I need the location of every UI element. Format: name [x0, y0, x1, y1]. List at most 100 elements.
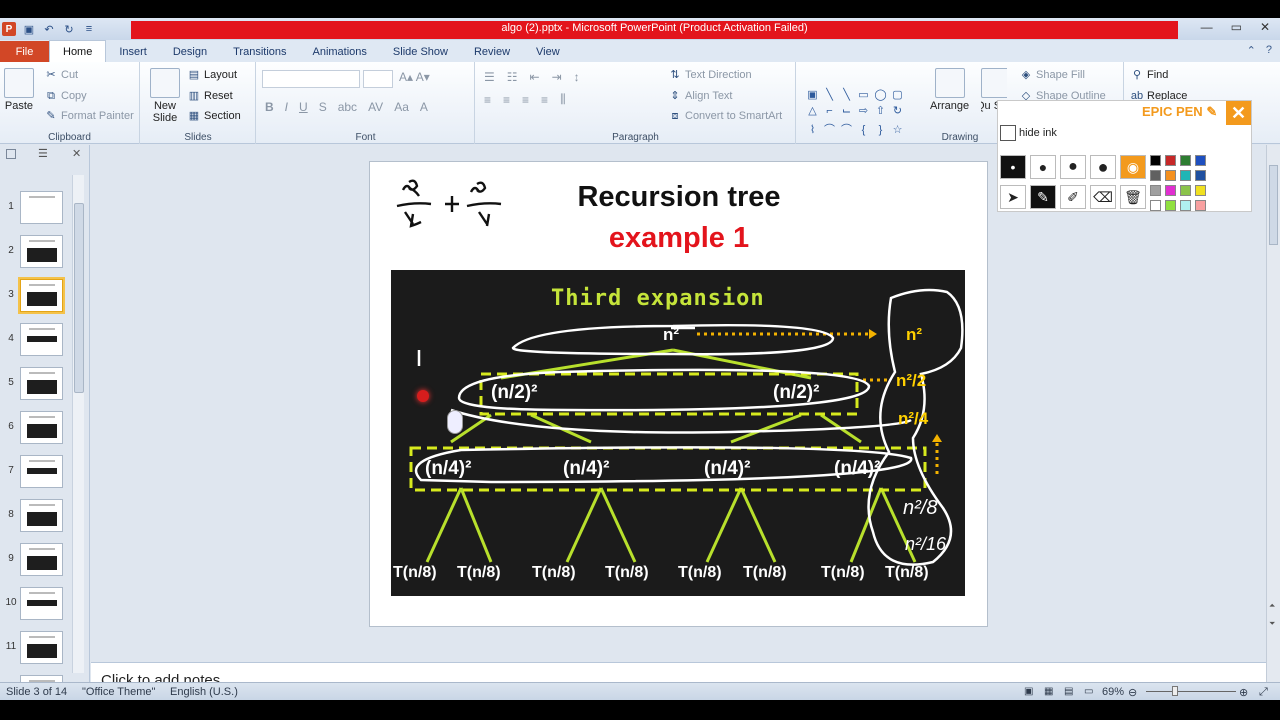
highlighter-icon[interactable]: ✐	[1060, 185, 1086, 209]
numbering-icon[interactable]: ☷	[507, 70, 518, 84]
language-indicator[interactable]: English (U.S.)	[170, 686, 238, 698]
slide-thumbnail[interactable]	[20, 323, 63, 356]
color-swatch[interactable]	[1180, 185, 1191, 196]
color-swatch[interactable]	[1165, 200, 1176, 211]
thumbnail-scroll-thumb[interactable]	[74, 203, 84, 393]
current-slide[interactable]: Recursion tree example 1 n² n²/2 n²/4 n²…	[369, 161, 988, 627]
shape-fill-button[interactable]: ◈ Shape Fill	[1019, 68, 1085, 82]
freeform-icon[interactable]: ⌇	[805, 123, 820, 138]
trash-icon[interactable]: 🗑	[1120, 185, 1146, 209]
slide-thumbnail[interactable]	[20, 499, 63, 532]
oval-icon[interactable]: ◯	[873, 88, 888, 103]
powerpoint-logo-icon[interactable]: P	[2, 22, 16, 36]
eraser-icon[interactable]: ⌫	[1090, 185, 1116, 209]
hide-ink-checkbox[interactable]	[1000, 125, 1016, 141]
italic-icon[interactable]: I	[285, 100, 288, 114]
redo-icon[interactable]: ↻	[62, 22, 76, 36]
change-case-icon[interactable]: Aa	[394, 100, 409, 114]
slide-thumbnail[interactable]	[18, 277, 65, 314]
color-swatch[interactable]	[1150, 155, 1161, 166]
columns-icon[interactable]: ⫼	[560, 92, 566, 107]
slide-thumbnail[interactable]	[20, 543, 63, 576]
color-swatch[interactable]	[1195, 200, 1206, 211]
save-icon[interactable]: ▣	[22, 22, 36, 36]
convert-smartart-button[interactable]: ⧈ Convert to SmartArt	[668, 109, 783, 123]
camera-icon[interactable]: ◉	[1120, 155, 1146, 179]
new-slide-button[interactable]: New Slide	[147, 68, 183, 124]
arc-icon[interactable]: ⌒	[839, 121, 854, 136]
arrow-right-icon[interactable]: ⇨	[856, 104, 871, 119]
bullets-icon[interactable]: ☰	[484, 70, 495, 84]
color-swatch[interactable]	[1195, 185, 1206, 196]
grow-font-icon[interactable]: A▴ A▾	[399, 70, 430, 84]
rounded-rectangle-icon[interactable]: ▢	[890, 88, 905, 103]
line-icon[interactable]: ╲	[839, 88, 854, 103]
slide-thumbnail[interactable]	[20, 631, 63, 664]
hide-ink-toggle[interactable]: hide ink	[1000, 125, 1057, 141]
undo-icon[interactable]: ↶	[42, 22, 56, 36]
next-slide-icon[interactable]: ⏷	[1269, 619, 1275, 629]
arrange-button[interactable]: Arrange	[930, 68, 969, 112]
curve-icon[interactable]: ⌒	[822, 121, 837, 136]
tab-animations[interactable]: Animations	[300, 41, 380, 62]
paste-button[interactable]: Paste	[4, 68, 34, 112]
color-swatch[interactable]	[1195, 155, 1206, 166]
connector-icon[interactable]: ⌐	[822, 105, 837, 120]
color-swatch[interactable]	[1165, 185, 1176, 196]
shapes-gallery[interactable]: ▣ ╲ ╲ ▭ ◯ ▢ △ ⌐ ⌙ ⇨ ⇧ ↻ ⌇ ⌒ ⌒{} ☆	[803, 87, 915, 139]
spacing-icon[interactable]: AV	[368, 100, 383, 114]
thumbnail-scrollbar[interactable]	[72, 175, 84, 673]
color-swatch[interactable]	[1180, 155, 1191, 166]
underline-icon[interactable]: U	[299, 100, 308, 114]
star-icon[interactable]: ☆	[890, 123, 905, 138]
textbox-icon[interactable]: ▣	[805, 88, 820, 103]
decrease-indent-icon[interactable]: ⇤	[530, 70, 540, 84]
cut-button[interactable]: ✂ Cut	[44, 68, 78, 82]
slide-thumbnail[interactable]	[20, 587, 63, 620]
brace-icon[interactable]: {	[856, 124, 871, 139]
epic-pen-close-icon[interactable]: ✕	[1226, 101, 1251, 125]
arrow-up-icon[interactable]: ⇧	[873, 104, 888, 119]
color-swatch[interactable]	[1180, 200, 1191, 211]
slide-thumbnail[interactable]	[20, 235, 63, 268]
slide-thumbnail[interactable]	[20, 191, 63, 224]
brace-icon[interactable]: }	[873, 124, 888, 139]
tab-file[interactable]: File	[0, 41, 49, 62]
tab-slide-show[interactable]: Slide Show	[380, 41, 461, 62]
slide-subtitle[interactable]: example 1	[520, 222, 838, 255]
slide-sorter-icon[interactable]: ▦	[1044, 686, 1053, 697]
slide-thumbnail[interactable]	[20, 411, 63, 444]
copy-button[interactable]: ⧉ Copy	[44, 89, 87, 103]
bold-icon[interactable]: B	[265, 100, 274, 114]
zoom-in-icon[interactable]: ⊕	[1239, 686, 1248, 699]
outline-tab-icon[interactable]: ☰	[38, 147, 48, 160]
slide-thumbnail[interactable]	[20, 455, 63, 488]
slides-tab-icon[interactable]	[6, 149, 16, 159]
fit-slide-icon[interactable]: ⤢	[1259, 686, 1268, 699]
normal-view-icon[interactable]: ▣	[1024, 686, 1033, 697]
close-window-icon[interactable]: ✕	[1260, 20, 1270, 34]
help-icon[interactable]: ?	[1266, 44, 1272, 57]
color-swatch[interactable]	[1150, 170, 1161, 181]
color-swatch[interactable]	[1180, 170, 1191, 181]
shadow-icon[interactable]: S	[319, 100, 327, 114]
format-painter-button[interactable]: ✎ Format Painter	[44, 109, 133, 123]
find-button[interactable]: ⚲ Find	[1130, 68, 1168, 82]
slide-thumbnail[interactable]	[20, 367, 63, 400]
layout-button[interactable]: ▤ Layout	[187, 68, 237, 82]
cursor-icon[interactable]: ➤	[1000, 185, 1026, 209]
connector-icon[interactable]: ⌙	[839, 104, 854, 119]
align-left-icon[interactable]: ≡	[484, 93, 491, 107]
reading-view-icon[interactable]: ▤	[1064, 686, 1073, 697]
font-color-icon[interactable]: A	[420, 100, 428, 114]
section-button[interactable]: ▦ Section	[187, 109, 241, 123]
main-scroll-thumb[interactable]	[1269, 165, 1278, 245]
main-vertical-scrollbar[interactable]: ⏶ ⏷	[1266, 145, 1280, 698]
align-text-button[interactable]: ⇕ Align Text	[668, 89, 732, 103]
line-icon[interactable]: ╲	[822, 88, 837, 103]
customize-toolbar-icon[interactable]: ≡	[82, 22, 96, 36]
text-direction-button[interactable]: ⇅ Text Direction	[668, 68, 751, 82]
slide-title[interactable]: Recursion tree	[520, 181, 838, 214]
color-swatch[interactable]	[1165, 170, 1176, 181]
previous-slide-icon[interactable]: ⏶	[1269, 601, 1275, 611]
